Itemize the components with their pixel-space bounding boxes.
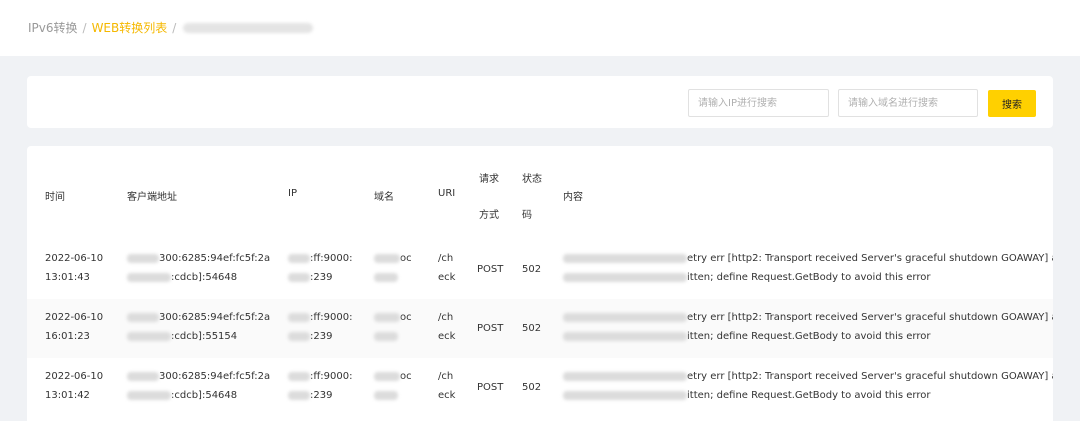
- header-ip: IP: [288, 188, 297, 199]
- cell-uri: /ch: [438, 371, 454, 382]
- cell-uri-cont: eck: [438, 272, 456, 283]
- cell-content-cont: itten; define Request.GetBody to avoid t…: [563, 387, 931, 405]
- conversion-table: 时间 客户端地址 IP 域名 URI 请求 方式 状态 码 内容 2022-06…: [27, 146, 1053, 421]
- cell-ip-cont: :239: [288, 269, 332, 287]
- table-row[interactable]: 2022-06-10 13:01:42 300:6285:94ef:fc5f:2…: [27, 358, 1053, 417]
- cell-client-address-cont: :cdcb]:55154: [127, 328, 237, 346]
- cell-client-address-cont: :cdcb]:54648: [127, 387, 237, 405]
- cell-uri: /ch: [438, 253, 454, 264]
- cell-content-cont: itten; define Request.GetBody to avoid t…: [563, 328, 931, 346]
- breadcrumb-item-web-list[interactable]: WEB转换列表: [92, 18, 168, 38]
- header-method: 请求: [479, 174, 499, 185]
- cell-status: 502: [522, 382, 542, 393]
- cell-method: POST: [477, 323, 504, 334]
- cell-content: etry err [http2: Transport received Serv…: [563, 309, 1053, 327]
- header-status: 状态: [522, 174, 542, 185]
- cell-domain: oc: [374, 309, 412, 327]
- cell-domain-cont: [374, 269, 398, 287]
- cell-content-cont: itten; define Request.GetBody to avoid t…: [563, 269, 931, 287]
- cell-method: POST: [477, 382, 504, 393]
- cell-ip: :ff:9000:: [288, 309, 352, 327]
- cell-status: 502: [522, 264, 542, 275]
- breadcrumb: IPv6转换 / WEB转换列表 /: [28, 18, 314, 38]
- breadcrumb-item-ipv6[interactable]: IPv6转换: [28, 18, 78, 38]
- ip-search-input[interactable]: [688, 89, 829, 117]
- header-time: 时间: [45, 192, 65, 203]
- cell-client-address: 300:6285:94ef:fc5f:2a: [127, 309, 270, 327]
- cell-client-address-cont: :cdcb]:54648: [127, 269, 237, 287]
- cell-client-address: 300:6285:94ef:fc5f:2a: [127, 368, 270, 386]
- cell-domain: oc: [374, 250, 412, 268]
- cell-date: 2022-06-10: [45, 312, 104, 323]
- cell-uri-cont: eck: [438, 331, 456, 342]
- top-bar: IPv6转换 / WEB转换列表 /: [0, 0, 1080, 56]
- cell-time: 16:01:23: [45, 331, 90, 342]
- cell-content: etry err [http2: Transport received Serv…: [563, 368, 1053, 386]
- cell-domain: oc: [374, 368, 412, 386]
- table-row[interactable]: 2022-06-10 16:01:23 300:6285:94ef:fc5f:2…: [27, 299, 1053, 358]
- cell-status: 502: [522, 323, 542, 334]
- cell-method: POST: [477, 264, 504, 275]
- header-domain: 域名: [374, 192, 394, 203]
- cell-client-address: 300:6285:94ef:fc5f:2a: [127, 250, 270, 268]
- header-content: 内容: [563, 192, 583, 203]
- header-client-address: 客户端地址: [127, 192, 177, 203]
- cell-content: etry err [http2: Transport received Serv…: [563, 250, 1053, 268]
- domain-search-input[interactable]: [838, 89, 978, 117]
- search-panel: 搜索: [27, 76, 1053, 128]
- cell-time: 13:01:43: [45, 272, 90, 283]
- cell-ip-cont: :239: [288, 328, 332, 346]
- cell-ip: :ff:9000:: [288, 250, 352, 268]
- cell-uri-cont: eck: [438, 390, 456, 401]
- breadcrumb-item-redacted: [183, 23, 314, 33]
- cell-ip-cont: :239: [288, 387, 332, 405]
- cell-uri: /ch: [438, 312, 454, 323]
- cell-ip: :ff:9000:: [288, 368, 352, 386]
- cell-domain-cont: [374, 328, 398, 346]
- cell-date: 2022-06-10: [45, 253, 104, 264]
- breadcrumb-separator: /: [172, 21, 177, 35]
- breadcrumb-separator: /: [82, 21, 87, 35]
- header-uri: URI: [438, 188, 456, 199]
- cell-time: 13:01:42: [45, 390, 90, 401]
- cell-domain-cont: [374, 387, 398, 405]
- header-method-cont: 方式: [479, 210, 499, 221]
- cell-date: 2022-06-10: [45, 371, 104, 382]
- header-status-cont: 码: [522, 210, 532, 221]
- table-row[interactable]: 2022-06-10 13:01:43 300:6285:94ef:fc5f:2…: [27, 240, 1053, 299]
- search-button[interactable]: 搜索: [988, 90, 1036, 117]
